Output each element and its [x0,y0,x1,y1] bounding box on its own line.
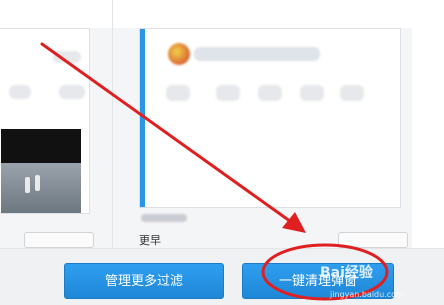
figure [35,175,40,191]
blurred-title [53,51,81,63]
blurred-source [141,214,187,222]
blurred-text [300,85,324,101]
blurred-text [9,85,31,99]
video-thumbnail[interactable] [1,129,81,213]
item-checkbox-right[interactable] [338,232,408,248]
figure [25,177,30,193]
top-strip [0,0,444,28]
blurred-text [216,85,240,101]
item-caption: 更早 [139,234,161,247]
blurred-text [59,85,85,99]
blurred-title [194,47,320,61]
popup-card-left[interactable] [0,28,90,214]
column-divider [112,0,113,248]
clean-popups-button[interactable]: 一键清理弹窗 [242,263,394,299]
accent-bar [140,29,145,207]
popup-filter-panel: 更早 管理更多过滤 一键清理弹窗 Bai经验 jingyan.baidu.com [0,0,444,305]
blurred-text [258,85,282,101]
popup-card-right[interactable] [139,28,401,208]
blurred-text [166,85,190,101]
right-margin [412,0,444,248]
blurred-text [340,85,364,101]
manage-filters-button[interactable]: 管理更多过滤 [64,263,224,299]
item-checkbox-left[interactable] [24,232,94,248]
annotation-arrow-head [282,212,306,233]
app-logo [168,43,190,65]
